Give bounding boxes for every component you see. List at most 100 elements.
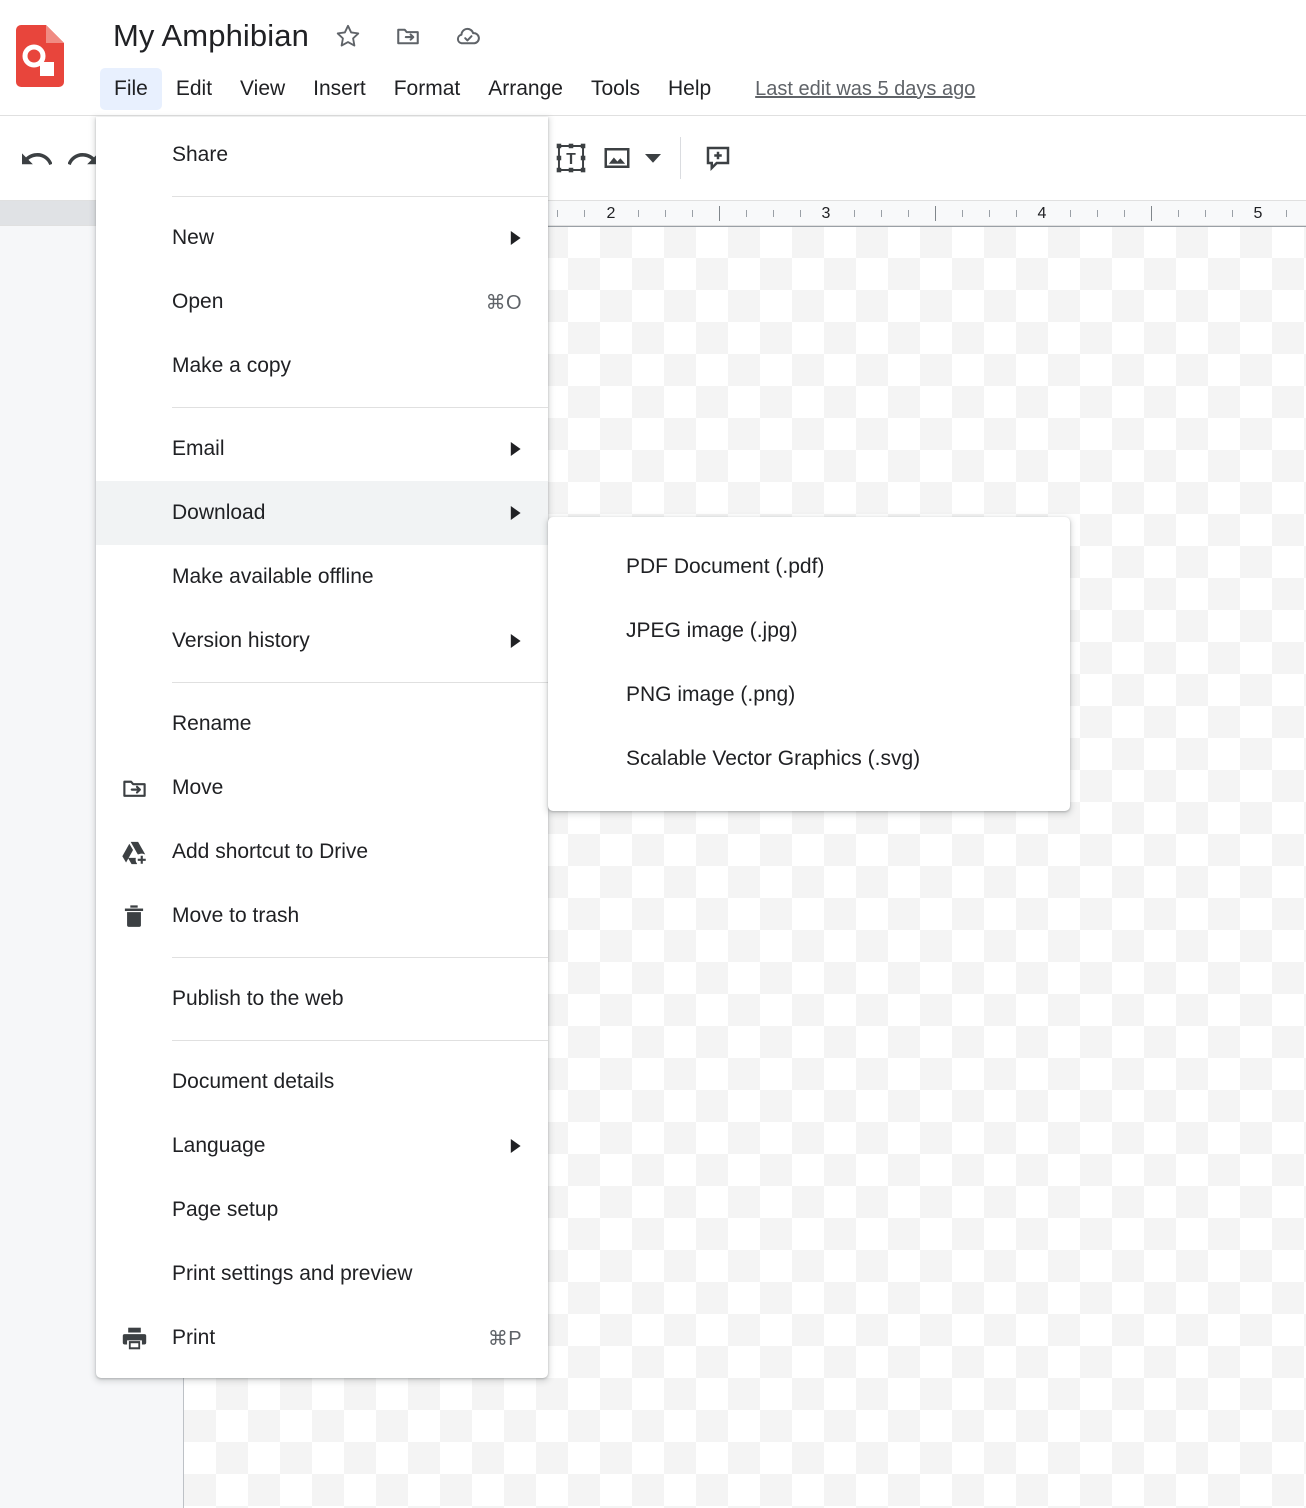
menu-insert[interactable]: Insert bbox=[299, 68, 380, 110]
menu-format[interactable]: Format bbox=[380, 68, 475, 110]
menu-item-icon-slot bbox=[96, 1050, 172, 1114]
menu-item-label: Page setup bbox=[172, 1198, 279, 1221]
ruler-tick-minor bbox=[638, 210, 639, 217]
google-drawings-icon[interactable] bbox=[16, 25, 64, 87]
cloud-saved-icon[interactable] bbox=[451, 19, 485, 53]
ruler-tick-minor bbox=[962, 210, 963, 217]
submenu-arrow-icon bbox=[504, 231, 522, 245]
menu-item-label: Make available offline bbox=[172, 565, 374, 588]
menu-item-label: Share bbox=[172, 143, 229, 166]
menu-view[interactable]: View bbox=[226, 68, 299, 110]
menu-item-icon-slot bbox=[96, 123, 172, 187]
menu-file[interactable]: File bbox=[100, 68, 162, 110]
menu-item-move[interactable]: Move bbox=[96, 756, 548, 820]
ruler-tick-minor bbox=[1205, 210, 1206, 217]
ruler-tick-minor bbox=[1124, 210, 1125, 217]
menu-item-label: Add shortcut to Drive bbox=[172, 840, 369, 863]
menu-item-icon-slot bbox=[96, 417, 172, 481]
menu-divider bbox=[172, 1040, 548, 1041]
menu-item-print-settings-and-preview[interactable]: Print settings and preview bbox=[96, 1242, 548, 1306]
submenu-item-label: PNG image (.png) bbox=[626, 683, 796, 706]
ruler-tick-major bbox=[935, 206, 936, 221]
menu-item-label: Document details bbox=[172, 1070, 335, 1093]
menu-item-icon-slot bbox=[96, 270, 172, 334]
submenu-item-jpeg[interactable]: JPEG image (.jpg) bbox=[548, 599, 1070, 663]
submenu-item-label: Scalable Vector Graphics (.svg) bbox=[626, 747, 921, 770]
ruler-label-3: 3 bbox=[821, 205, 831, 222]
move-to-folder-icon[interactable] bbox=[391, 19, 425, 53]
text-box-icon[interactable]: T bbox=[548, 135, 594, 181]
menu-item-open[interactable]: Open ⌘O bbox=[96, 270, 548, 334]
trash-icon bbox=[96, 884, 172, 948]
file-menu-dropdown[interactable]: Share New Open ⌘O Make a copy Email Down… bbox=[96, 117, 548, 1378]
ruler-tick-minor bbox=[557, 210, 558, 217]
menu-item-icon-slot bbox=[96, 334, 172, 398]
ruler-tick-minor bbox=[989, 210, 990, 217]
menu-item-email[interactable]: Email bbox=[96, 417, 548, 481]
ruler-tick-minor bbox=[665, 210, 666, 217]
submenu-item-svg[interactable]: Scalable Vector Graphics (.svg) bbox=[548, 727, 1070, 791]
page-title[interactable]: My Amphibian bbox=[113, 14, 309, 58]
menu-item-page-setup[interactable]: Page setup bbox=[96, 1178, 548, 1242]
undo-icon[interactable] bbox=[14, 135, 60, 181]
menu-item-label: Rename bbox=[172, 712, 252, 735]
menu-item-version-history[interactable]: Version history bbox=[96, 609, 548, 673]
submenu-arrow-icon bbox=[504, 442, 522, 456]
menu-item-language[interactable]: Language bbox=[96, 1114, 548, 1178]
menu-item-label: Make a copy bbox=[172, 354, 292, 377]
menu-bar: File Edit View Insert Format Arrange Too… bbox=[100, 68, 975, 110]
google-drawings-app: My Amphibian File Edit View Insert Forma… bbox=[0, 0, 1306, 1508]
add-comment-icon[interactable] bbox=[695, 135, 741, 181]
submenu-item-label: PDF Document (.pdf) bbox=[626, 555, 825, 578]
ruler-label-5: 5 bbox=[1253, 205, 1263, 222]
submenu-item-label: JPEG image (.jpg) bbox=[626, 619, 798, 642]
document-title-row: My Amphibian bbox=[113, 14, 485, 58]
menu-item-document-details[interactable]: Document details bbox=[96, 1050, 548, 1114]
last-edit-status[interactable]: Last edit was 5 days ago bbox=[755, 78, 975, 101]
menu-item-label: Version history bbox=[172, 629, 310, 652]
ruler-label-4: 4 bbox=[1037, 205, 1047, 222]
menu-item-rename[interactable]: Rename bbox=[96, 692, 548, 756]
menu-tools[interactable]: Tools bbox=[577, 68, 654, 110]
ruler-tick-minor bbox=[1016, 210, 1017, 217]
menu-item-shortcut: ⌘P bbox=[487, 1327, 522, 1350]
menu-item-make-available-offline[interactable]: Make available offline bbox=[96, 545, 548, 609]
menu-item-make-a-copy[interactable]: Make a copy bbox=[96, 334, 548, 398]
image-icon[interactable] bbox=[594, 135, 640, 181]
menu-edit[interactable]: Edit bbox=[162, 68, 226, 110]
menu-item-download[interactable]: Download bbox=[96, 481, 548, 545]
ruler-tick-minor bbox=[1232, 210, 1233, 217]
ruler-tick-minor bbox=[908, 210, 909, 217]
ruler-tick-minor bbox=[692, 210, 693, 217]
submenu-item-png[interactable]: PNG image (.png) bbox=[548, 663, 1070, 727]
menu-arrange[interactable]: Arrange bbox=[474, 68, 577, 110]
menu-item-publish-to-the-web[interactable]: Publish to the web bbox=[96, 967, 548, 1031]
move-folder-icon bbox=[96, 756, 172, 820]
menu-item-label: Email bbox=[172, 437, 225, 460]
print-icon bbox=[96, 1306, 172, 1370]
menu-item-shortcut: ⌘O bbox=[485, 291, 522, 314]
submenu-arrow-icon bbox=[504, 1139, 522, 1153]
menu-item-move-to-trash[interactable]: Move to trash bbox=[96, 884, 548, 948]
menu-item-icon-slot bbox=[96, 609, 172, 673]
menu-item-label: Print bbox=[172, 1326, 216, 1349]
svg-text:T: T bbox=[566, 151, 576, 168]
menu-item-add-shortcut-to-drive[interactable]: Add shortcut to Drive bbox=[96, 820, 548, 884]
menu-item-icon-slot bbox=[96, 692, 172, 756]
menu-item-print[interactable]: Print ⌘P bbox=[96, 1306, 548, 1370]
ruler-tick-minor bbox=[584, 210, 585, 217]
star-icon[interactable] bbox=[331, 19, 365, 53]
menu-help[interactable]: Help bbox=[654, 68, 725, 110]
menu-item-label: Download bbox=[172, 501, 266, 524]
submenu-arrow-icon bbox=[504, 634, 522, 648]
menu-item-new[interactable]: New bbox=[96, 206, 548, 270]
menu-item-label: Move bbox=[172, 776, 224, 799]
image-dropdown-caret-icon[interactable] bbox=[640, 135, 666, 181]
menu-item-share[interactable]: Share bbox=[96, 123, 548, 187]
menu-item-label: Open bbox=[172, 290, 224, 313]
download-submenu[interactable]: PDF Document (.pdf) JPEG image (.jpg) PN… bbox=[548, 517, 1070, 811]
menu-item-icon-slot bbox=[96, 967, 172, 1031]
submenu-item-pdf[interactable]: PDF Document (.pdf) bbox=[548, 535, 1070, 599]
ruler-tick-minor bbox=[881, 210, 882, 217]
ruler-label-2: 2 bbox=[606, 205, 616, 222]
